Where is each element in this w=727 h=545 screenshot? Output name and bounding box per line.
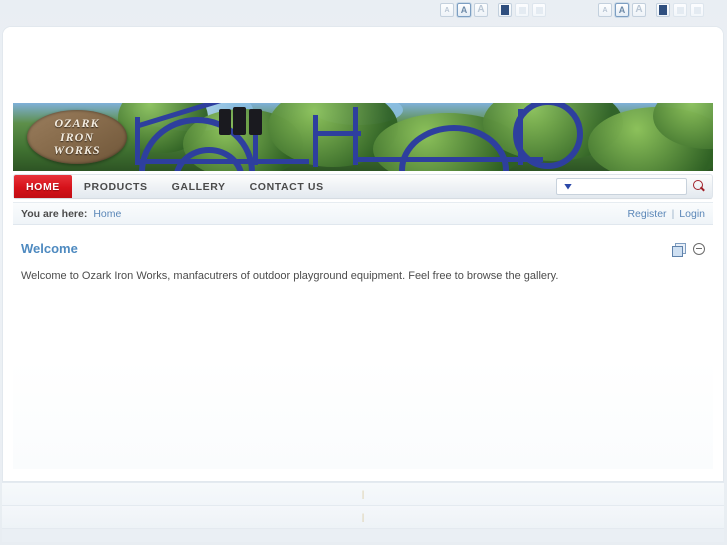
layout-narrow-toggle-icon-2[interactable]	[690, 3, 704, 17]
page-title: Welcome	[21, 241, 78, 256]
font-size-large-button-2[interactable]: A	[632, 3, 646, 17]
sculpture-bar-2	[313, 131, 361, 136]
high-contrast-toggle-icon[interactable]	[498, 3, 512, 17]
site-footer: | |	[2, 482, 724, 543]
main-content: Welcome Welcome to Ozark Iron Works, man…	[13, 225, 713, 469]
breadcrumb-current[interactable]: Home	[93, 208, 121, 220]
accessibility-toolbar-strip: A A A A A A	[0, 0, 727, 24]
search-icon[interactable]	[691, 179, 707, 195]
logo-line-1: OZARK	[54, 116, 100, 131]
layout-wide-toggle-icon[interactable]	[515, 3, 529, 17]
accessibility-toolbar-secondary: A A A	[598, 3, 704, 17]
site-logo-sign[interactable]: OZARK IRON WORKS	[27, 110, 127, 164]
font-size-medium-button-2[interactable]: A	[615, 3, 629, 17]
sculpture-wheel-1	[219, 109, 231, 135]
font-size-small-button-2[interactable]: A	[598, 3, 612, 17]
font-size-small-button[interactable]: A	[440, 3, 454, 17]
site-page-container: OZARK IRON WORKS HOME PRODUCTS GALLERY C…	[2, 26, 724, 482]
breadcrumb-bar: You are here: Home Register | Login	[13, 202, 713, 225]
high-contrast-toggle-icon-2[interactable]	[656, 3, 670, 17]
search-area	[556, 175, 712, 198]
site-banner: OZARK IRON WORKS	[13, 103, 713, 171]
sculpture-bar-1	[139, 159, 309, 164]
logo-line-3: WORKS	[53, 143, 101, 158]
nav-item-contact-us[interactable]: CONTACT US	[238, 175, 336, 198]
print-icon[interactable]	[672, 243, 686, 257]
accessibility-toolbar-primary: A A A	[440, 3, 546, 17]
sculpture-post-3	[313, 115, 318, 167]
sculpture-wheel-2	[233, 107, 246, 135]
font-size-large-button[interactable]: A	[474, 3, 488, 17]
layout-wide-toggle-icon-2[interactable]	[673, 3, 687, 17]
login-link[interactable]: Login	[679, 208, 705, 220]
breadcrumb-label: You are here:	[21, 207, 88, 220]
font-size-medium-button[interactable]: A	[457, 3, 471, 17]
main-navigation: HOME PRODUCTS GALLERY CONTACT US	[13, 174, 713, 200]
auth-links: Register | Login	[627, 208, 705, 220]
nav-item-products[interactable]: PRODUCTS	[72, 175, 160, 198]
nav-item-gallery[interactable]: GALLERY	[160, 175, 238, 198]
collapse-icon[interactable]	[693, 243, 705, 255]
footer-row-1: |	[2, 482, 724, 505]
sculpture-bar-3	[353, 157, 543, 162]
register-link[interactable]: Register	[627, 208, 666, 220]
logo-line-2: IRON	[59, 129, 94, 144]
chevron-down-icon[interactable]	[564, 183, 572, 190]
footer-tail	[2, 528, 724, 542]
header-whitespace	[3, 27, 723, 103]
sculpture-wheel-3	[249, 109, 262, 135]
article-body: Welcome to Ozark Iron Works, manfacutrer…	[21, 270, 559, 282]
search-box[interactable]	[556, 178, 712, 195]
article-tools	[672, 241, 705, 257]
footer-row-2: |	[2, 505, 724, 528]
nav-item-home[interactable]: HOME	[14, 175, 72, 198]
auth-separator: |	[671, 207, 675, 220]
layout-narrow-toggle-icon[interactable]	[532, 3, 546, 17]
article-header: Welcome	[21, 241, 705, 257]
